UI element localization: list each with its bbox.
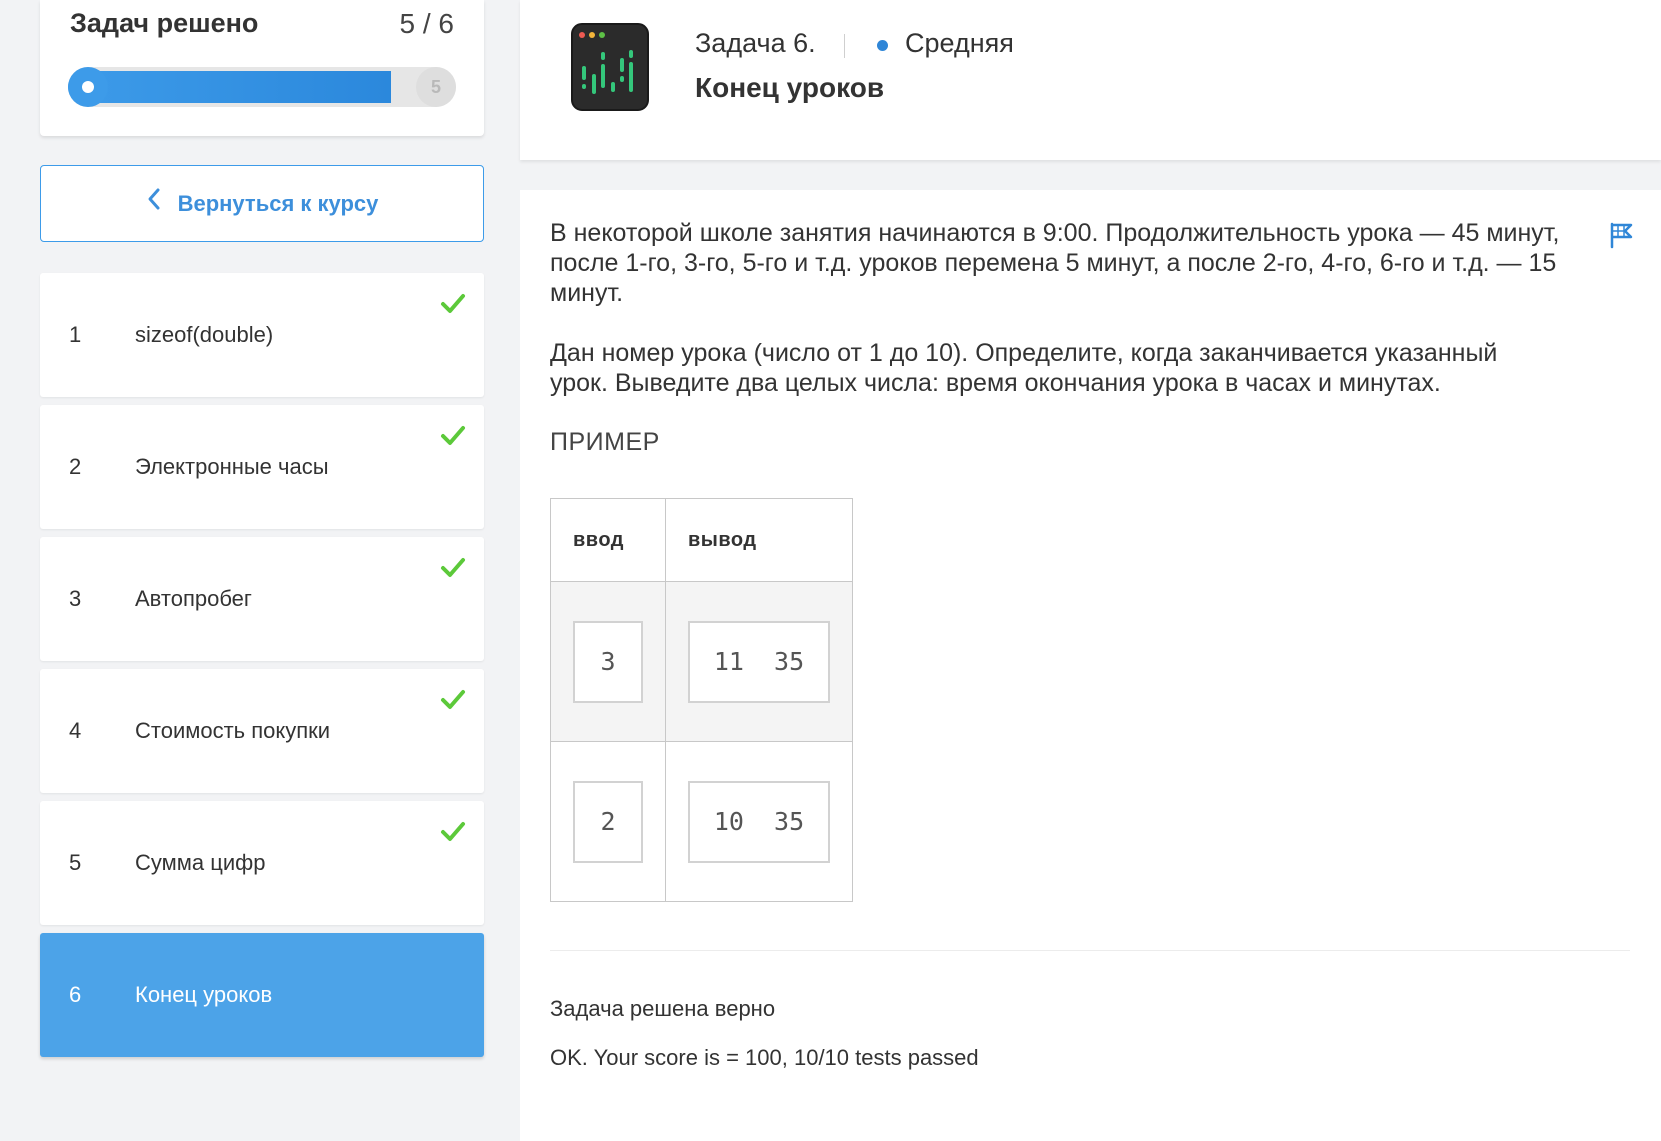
checkmark-icon	[440, 423, 466, 447]
progress-bar-fill	[68, 71, 392, 103]
header-divider	[844, 34, 845, 58]
statement-paragraph: Дан номер урока (число от 1 до 10). Опре…	[550, 339, 1498, 397]
difficulty-dot-icon	[877, 40, 888, 51]
task-header: Задача 6. Средняя Конец уроков	[520, 0, 1661, 160]
back-to-course-button[interactable]: Вернуться к курсу	[40, 165, 484, 242]
result-detail: OK. Your score is = 100, 10/10 tests pas…	[550, 1045, 979, 1070]
task-title: Конец уроков	[695, 72, 885, 103]
task-list-item[interactable]: 3 Автопробег	[40, 537, 484, 661]
task-list-item[interactable]: 2 Электронные часы	[40, 405, 484, 529]
example-output: 11 35	[688, 620, 830, 703]
terminal-app-icon	[570, 22, 650, 112]
progress-title: Задач решено	[70, 8, 259, 38]
task-number: 2	[69, 454, 82, 479]
checkmark-icon	[440, 291, 466, 315]
table-cell: 10 35	[665, 741, 853, 902]
column-header-input: ввод	[550, 498, 666, 582]
column-header-output: вывод	[665, 498, 853, 582]
statement-paragraph: В некоторой школе занятия начинаются в 9…	[550, 219, 1560, 307]
task-name: Стоимость покупки	[135, 718, 331, 743]
example-output: 10 35	[688, 780, 830, 863]
table-cell: 11 35	[665, 581, 853, 742]
table-cell: 2	[550, 741, 666, 902]
section-divider	[550, 950, 1630, 951]
sidebar: Задач решено 5 / 6 5 Вернуться к курсу 1…	[0, 0, 520, 1141]
table-row: 2 10 35	[550, 741, 853, 902]
checkmark-icon	[440, 555, 466, 579]
task-name: Сумма цифр	[135, 850, 266, 875]
task-list: 1 sizeof(double) 2 Электронные часы 3 Автопро…	[40, 273, 484, 1065]
task-name: Автопробег	[135, 586, 252, 611]
progress-knob	[68, 67, 108, 107]
task-number: 5	[69, 850, 82, 875]
task-name: Электронные часы	[135, 454, 329, 479]
table-row: 3 11 35	[550, 581, 853, 742]
example-table: ввод вывод 3 11 35 2 10 35	[550, 498, 853, 902]
task-content: В некоторой школе занятия начинаются в 9…	[520, 190, 1661, 1141]
chevron-left-icon	[146, 187, 162, 217]
checkmark-icon	[440, 819, 466, 843]
task-statement: В некоторой школе занятия начинаются в 9…	[550, 218, 1560, 428]
progress-card: Задач решено 5 / 6 5	[40, 0, 484, 136]
table-cell: 3	[550, 581, 666, 742]
progress-end-marker: 5	[416, 67, 456, 107]
task-name: sizeof(double)	[135, 322, 274, 347]
progress-count: 5 / 6	[399, 8, 454, 39]
difficulty-level: Средняя	[905, 28, 1014, 58]
example-heading: ПРИМЕР	[550, 428, 660, 456]
example-input: 2	[573, 780, 643, 863]
task-number: 3	[69, 586, 82, 611]
checkmark-icon	[440, 687, 466, 711]
task-number: 1	[69, 322, 82, 347]
example-input: 3	[573, 620, 643, 703]
task-number: 6	[69, 982, 82, 1007]
progress-bar: 5	[68, 67, 456, 107]
report-flag-icon[interactable]	[1607, 220, 1637, 250]
task-list-item[interactable]: 5 Сумма цифр	[40, 801, 484, 925]
task-list-item[interactable]: 6 Конец уроков	[40, 933, 484, 1057]
task-number: 4	[69, 718, 82, 743]
task-list-item[interactable]: 4 Стоимость покупки	[40, 669, 484, 793]
result-status: Задача решена верно	[550, 996, 776, 1021]
task-name: Конец уроков	[135, 982, 273, 1007]
back-to-course-label: Вернуться к курсу	[177, 190, 379, 216]
task-number-label: Задача 6.	[695, 28, 816, 58]
task-list-item[interactable]: 1 sizeof(double)	[40, 273, 484, 397]
